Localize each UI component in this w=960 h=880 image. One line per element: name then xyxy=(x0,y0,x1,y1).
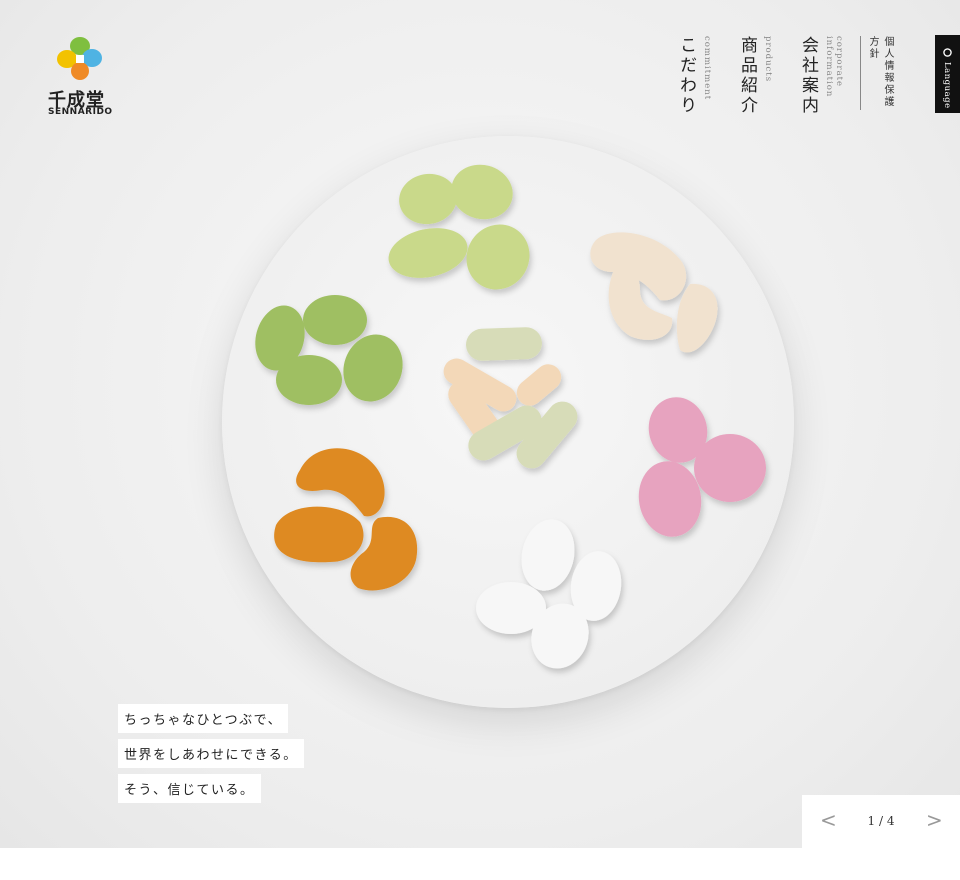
spicy-snack xyxy=(274,506,364,563)
nori-snack xyxy=(466,327,542,361)
matcha-snack xyxy=(303,295,367,345)
sour-snack xyxy=(451,164,513,220)
pink-snack xyxy=(694,434,766,502)
chevron-left-icon[interactable]: < xyxy=(820,808,837,832)
page-bottom xyxy=(0,848,960,880)
matcha-snack xyxy=(276,355,342,405)
hero-copy-line-1: ちっちゃなひとつぶで、 xyxy=(118,704,289,733)
slider-controls: < 1 / 4 > xyxy=(802,795,960,848)
cashew-snack xyxy=(676,283,718,353)
hero-copy-line-3: そう、信じている。 xyxy=(118,774,261,803)
sour-snack xyxy=(388,228,468,278)
spicy-snack xyxy=(296,448,385,517)
sour-snack xyxy=(466,224,530,290)
slide-counter: 1 / 4 xyxy=(867,814,895,828)
white-snack xyxy=(521,519,575,591)
hero-copy-line-2: 世界をしあわせにできる。 xyxy=(118,739,304,768)
sour-snack xyxy=(399,173,457,225)
chevron-right-icon[interactable]: > xyxy=(926,808,943,832)
